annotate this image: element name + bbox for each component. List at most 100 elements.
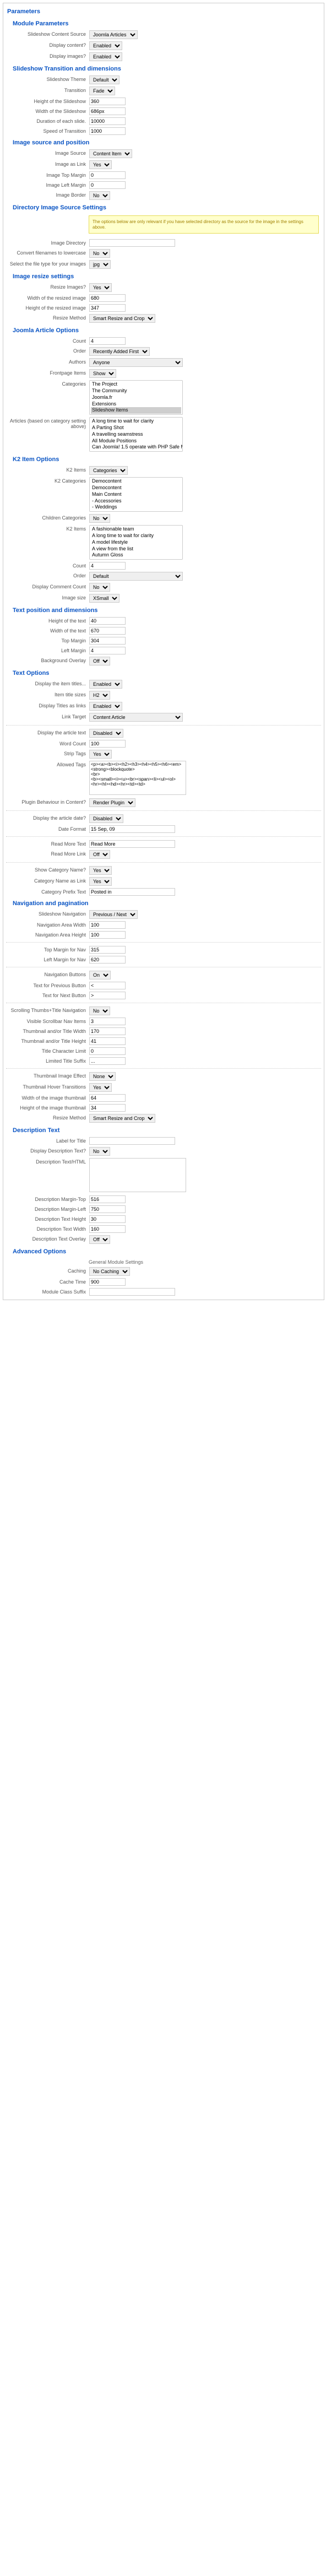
slideshow-navigation[interactable]: Previous / Next	[89, 910, 138, 919]
show-category-name[interactable]: Yes	[89, 866, 112, 875]
resize-height[interactable]	[89, 304, 126, 312]
image-top-margin[interactable]	[89, 171, 126, 179]
display-article-text[interactable]: Disabled	[89, 729, 123, 738]
date-format[interactable]	[89, 825, 175, 833]
slideshow-content-source[interactable]: Joomla Articles	[89, 30, 138, 39]
image-source[interactable]: Content Item	[89, 149, 132, 158]
lbl-k2child: Children Categories	[6, 514, 89, 521]
desc-margin-top[interactable]	[89, 1195, 126, 1203]
plugin-behaviour[interactable]: Render Plugin	[89, 798, 135, 807]
titles-as-links[interactable]: Enabled	[89, 702, 122, 711]
strip-tags[interactable]: Yes	[89, 750, 112, 759]
lbl-dtl: Display Titles as links	[6, 702, 89, 709]
resize-method[interactable]: Smart Resize and Crop	[89, 314, 155, 323]
image-as-link[interactable]: Yes	[89, 160, 112, 169]
resize-width[interactable]	[89, 294, 126, 302]
desc-margin-left[interactable]	[89, 1205, 126, 1213]
next-button-text[interactable]	[89, 992, 126, 999]
joomla-authors[interactable]: Anyone	[89, 358, 183, 367]
allowed-tags[interactable]: <p><a><b><i><h2><h3><h4><h5><h6><em><str…	[89, 761, 186, 795]
word-count[interactable]	[89, 740, 126, 748]
resize-images[interactable]: Yes	[89, 283, 112, 292]
k2-items-mode[interactable]: Categories	[89, 466, 128, 475]
k2-image-size[interactable]: XSmall	[89, 594, 119, 603]
slideshow-width[interactable]	[89, 107, 126, 115]
caching[interactable]: No Caching	[89, 1267, 130, 1276]
k2-categories[interactable]: DemocontentDemocontentMain Content- Acce…	[89, 477, 183, 512]
transition-speed[interactable]	[89, 127, 126, 135]
slideshow-theme[interactable]: Default	[89, 75, 119, 84]
lbl-nah: Navigation Area Height	[6, 931, 89, 938]
joomla-count[interactable]	[89, 337, 126, 345]
k2-order[interactable]: Default	[89, 572, 183, 581]
lbl-k2cats: K2 Categories	[6, 477, 89, 484]
category-name-link[interactable]: Yes	[89, 877, 112, 886]
image-left-margin[interactable]	[89, 181, 126, 189]
title-char-limit[interactable]	[89, 1047, 126, 1055]
description-text-html[interactable]	[89, 1158, 186, 1192]
nav-buttons[interactable]: On	[89, 971, 111, 979]
text-left-margin[interactable]	[89, 647, 126, 654]
link-target[interactable]: Content Article	[89, 713, 183, 722]
nav-area-width[interactable]	[89, 921, 126, 929]
thumb-title-width[interactable]	[89, 1027, 126, 1035]
display-article-date[interactable]: Disabled	[89, 814, 123, 823]
transition[interactable]: Fade	[89, 86, 115, 95]
k2-children[interactable]: No	[89, 514, 110, 523]
thumb-title-height[interactable]	[89, 1037, 126, 1045]
category-prefix-text[interactable]	[89, 888, 175, 896]
text-height[interactable]	[89, 617, 126, 625]
thumb-height[interactable]	[89, 1104, 126, 1112]
scrolling-thumbs-title[interactable]: No	[89, 1006, 110, 1015]
k2-items-list[interactable]: A fashionable teamA long time to wait fo…	[89, 525, 183, 560]
convert-lowercase[interactable]: No	[89, 249, 110, 258]
desc-text-height[interactable]	[89, 1215, 126, 1223]
read-more-text[interactable]	[89, 840, 175, 848]
display-description-text[interactable]: No	[89, 1147, 110, 1156]
nav-area-height[interactable]	[89, 931, 126, 939]
section-module: Module Parameters	[6, 17, 321, 29]
joomla-articles[interactable]: A long time to wait for clarityA Parting…	[89, 417, 183, 452]
lbl-rh: Height of the resized image	[6, 304, 89, 311]
lbl-k2items: K2 Items	[6, 466, 89, 473]
section-textopt: Text Options	[6, 667, 321, 679]
lbl-tbo: Background Overlay	[6, 657, 89, 664]
nav-left-margin[interactable]	[89, 956, 126, 964]
desc-text-width[interactable]	[89, 1225, 126, 1233]
text-width[interactable]	[89, 627, 126, 635]
k2-count[interactable]	[89, 562, 126, 570]
lbl-ct: Cache Time	[6, 1278, 89, 1285]
read-more-link[interactable]: Off	[89, 850, 110, 859]
k2-comment-count[interactable]: No	[89, 583, 110, 592]
module-class-suffix[interactable]	[89, 1288, 175, 1296]
display-images[interactable]: Enabled	[89, 52, 122, 61]
image-border[interactable]: No	[89, 191, 110, 200]
display-content[interactable]: Enabled	[89, 41, 122, 50]
label-for-title[interactable]	[89, 1137, 175, 1145]
thumbnail-hover-transitions[interactable]: Yes	[89, 1083, 112, 1092]
background-overlay[interactable]: Off	[89, 657, 110, 665]
desc-text-overlay[interactable]: Off	[89, 1235, 110, 1244]
file-type[interactable]: jpg	[89, 260, 111, 269]
text-top-margin[interactable]	[89, 637, 126, 645]
cache-time[interactable]	[89, 1278, 126, 1286]
image-directory[interactable]	[89, 239, 175, 247]
slideshow-height[interactable]	[89, 98, 126, 105]
nav-resize-method[interactable]: Smart Resize and Crop	[89, 1114, 155, 1123]
thumbnail-image-effect[interactable]: None	[89, 1072, 116, 1081]
lbl-dat: Display the article text	[6, 729, 89, 736]
slide-duration[interactable]	[89, 117, 126, 125]
thumb-width[interactable]	[89, 1094, 126, 1102]
limited-title-suffix[interactable]	[89, 1057, 126, 1065]
display-item-titles[interactable]: Enabled	[89, 680, 122, 689]
lbl-dad: Display the article date?	[6, 814, 89, 821]
prev-button-text[interactable]	[89, 982, 126, 989]
lbl-tw: Width of the text	[6, 627, 89, 634]
joomla-order[interactable]: Recently Added First	[89, 347, 150, 356]
item-title-sizes[interactable]: H2	[89, 691, 110, 700]
lbl-lmn: Left Margin for Nav	[6, 956, 89, 963]
frontpage-items[interactable]: Show	[89, 369, 116, 378]
nav-top-margin[interactable]	[89, 946, 126, 954]
visible-scrollbar-items[interactable]	[89, 1018, 126, 1025]
joomla-categories[interactable]: The ProjectThe CommunityJoomla.frExtensi…	[89, 380, 183, 415]
